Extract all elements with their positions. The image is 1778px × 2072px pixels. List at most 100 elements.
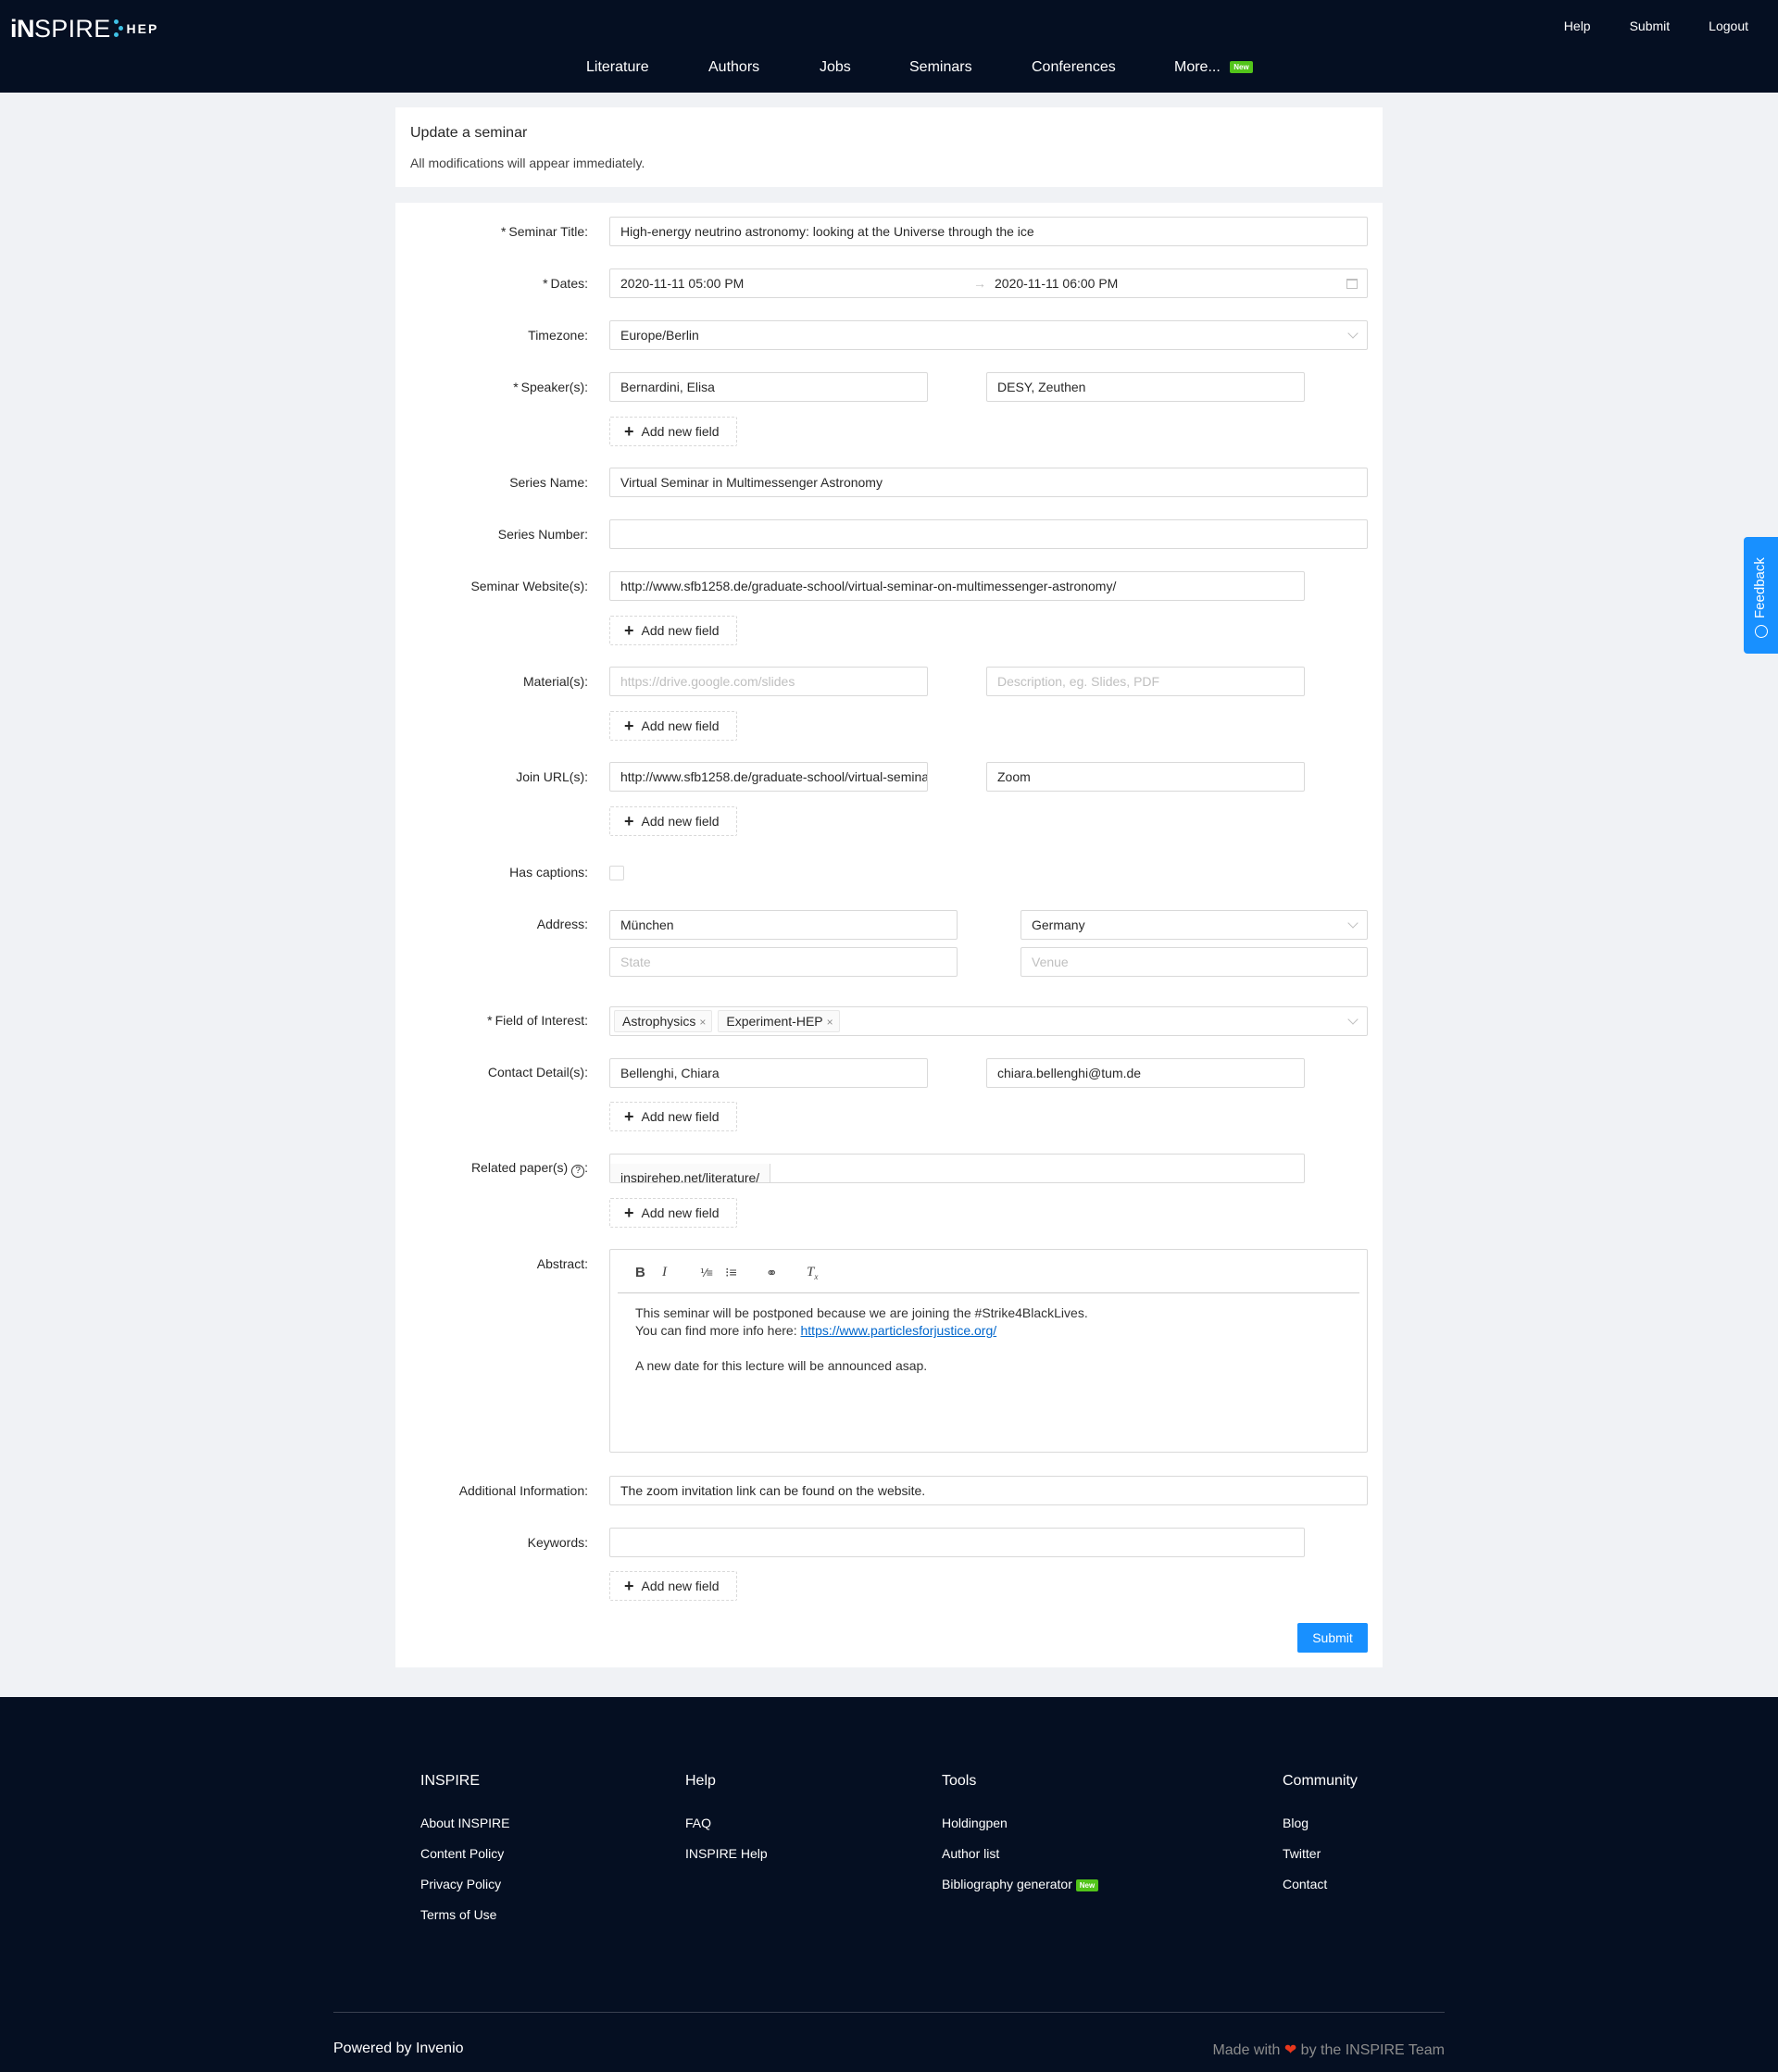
add-join-url-button[interactable]: + Add new field (609, 806, 737, 836)
footer-link-content-policy[interactable]: Content Policy (420, 1846, 510, 1877)
new-badge: New (1075, 1879, 1099, 1891)
page-subtitle: All modifications will appear immediatel… (410, 156, 645, 170)
speaker-affiliation-input[interactable]: DESY, Zeuthen (986, 372, 1305, 402)
footer-link-faq[interactable]: FAQ (685, 1816, 768, 1846)
logout-link[interactable]: Logout (1709, 19, 1748, 33)
chevron-down-icon (1347, 1014, 1359, 1025)
bold-icon[interactable]: B (635, 1265, 645, 1280)
footer-link-terms[interactable]: Terms of Use (420, 1907, 510, 1938)
seminar-title-input[interactable]: High-energy neutrino astronomy: looking … (609, 217, 1368, 246)
nav-seminars[interactable]: Seminars (909, 59, 972, 76)
footer-link-privacy-policy[interactable]: Privacy Policy (420, 1877, 510, 1907)
timezone-select[interactable]: Europe/Berlin (609, 320, 1368, 350)
contact-email-input[interactable]: chiara.bellenghi@tum.de (986, 1058, 1305, 1088)
help-link[interactable]: Help (1564, 19, 1591, 33)
add-keyword-button[interactable]: + Add new field (609, 1571, 737, 1601)
feedback-label: Feedback (1752, 557, 1768, 618)
footer-heading: Help (685, 1773, 716, 1789)
bullet-list-icon[interactable]: ⁝≡ (725, 1265, 737, 1280)
footer-heading: Community (1283, 1773, 1358, 1789)
websites-label: Seminar Website(s): (470, 579, 588, 593)
footer-col-help: Help FAQ INSPIRE Help (685, 1773, 768, 1877)
series-name-input[interactable]: Virtual Seminar in Multimessenger Astron… (609, 468, 1368, 497)
related-papers-label: Related paper(s) ?: (470, 1160, 588, 1178)
site-footer: INSPIRE About INSPIRE Content Policy Pri… (0, 1697, 1778, 2072)
plus-icon: + (624, 1107, 634, 1126)
footer-col-community: Community Blog Twitter Contact (1283, 1773, 1358, 1907)
join-url-input[interactable]: http://www.sfb1258.de/graduate-school/vi… (609, 762, 928, 792)
site-header: iN SPIRE HEP Help Submit Logout Literatur… (0, 0, 1778, 93)
add-speaker-button[interactable]: + Add new field (609, 417, 737, 446)
country-value: Germany (1032, 917, 1085, 932)
powered-by[interactable]: Powered by Invenio (333, 2041, 464, 2057)
plus-icon: + (624, 1204, 634, 1222)
address-country-select[interactable]: Germany (1020, 910, 1368, 940)
additional-info-input[interactable]: The zoom invitation link can be found on… (609, 1476, 1368, 1505)
nav-conferences[interactable]: Conferences (1032, 59, 1116, 76)
date-start[interactable]: 2020-11-11 05:00 PM (620, 276, 744, 291)
has-captions-checkbox[interactable] (609, 866, 624, 880)
submit-button[interactable]: Submit (1297, 1623, 1368, 1653)
seminar-title-label: * Seminar Title: (500, 224, 588, 239)
calendar-icon (1346, 279, 1358, 289)
smile-icon (1755, 625, 1768, 638)
abstract-link[interactable]: https://www.particlesforjustice.org/ (801, 1323, 997, 1338)
footer-link-blog[interactable]: Blog (1283, 1816, 1358, 1846)
join-description-input[interactable]: Zoom (986, 762, 1305, 792)
abstract-editor[interactable]: B I ⅟≡ ⁝≡ ⚭ Tx This seminar will be post… (609, 1249, 1368, 1453)
link-icon[interactable]: ⚭ (766, 1265, 778, 1281)
plus-icon: + (624, 812, 634, 830)
feedback-tab[interactable]: Feedback (1744, 537, 1778, 654)
join-urls-label: Join URL(s): (516, 769, 588, 784)
related-paper-input[interactable] (770, 1155, 1289, 1182)
new-badge: New (1230, 61, 1253, 74)
clear-format-icon[interactable]: Tx (807, 1265, 818, 1281)
materials-label: Material(s): (522, 674, 588, 689)
footer-link-contact[interactable]: Contact (1283, 1877, 1358, 1907)
speaker-name-input[interactable]: Bernardini, Elisa (609, 372, 928, 402)
made-with: Made with ❤ by the INSPIRE Team (1212, 2042, 1445, 2058)
contact-name-input[interactable]: Bellenghi, Chiara (609, 1058, 928, 1088)
italic-icon[interactable]: I (662, 1265, 667, 1280)
abstract-line-1: This seminar will be postponed because w… (635, 1305, 1088, 1320)
series-number-label: Series Number: (497, 527, 588, 542)
date-end[interactable]: 2020-11-11 06:00 PM (995, 269, 1118, 297)
abstract-line-3: A new date for this lecture will be anno… (635, 1358, 928, 1373)
field-of-interest-select[interactable]: Astrophysics × Experiment-HEP × (609, 1006, 1368, 1036)
nav-authors[interactable]: Authors (708, 59, 759, 76)
footer-link-bibliography-generator[interactable]: Bibliography generator New (942, 1877, 1099, 1907)
website-input[interactable]: http://www.sfb1258.de/graduate-school/vi… (609, 571, 1305, 601)
footer-link-holdingpen[interactable]: Holdingpen (942, 1816, 1098, 1846)
tag-close-icon[interactable]: × (699, 1016, 706, 1029)
plus-icon: + (624, 1577, 634, 1595)
address-venue-input[interactable]: Venue (1020, 947, 1368, 977)
nav-more[interactable]: More... New (1174, 59, 1253, 76)
footer-link-inspire-help[interactable]: INSPIRE Help (685, 1846, 768, 1877)
footer-link-about[interactable]: About INSPIRE (420, 1816, 510, 1846)
add-material-button[interactable]: + Add new field (609, 711, 737, 741)
ordered-list-icon[interactable]: ⅟≡ (700, 1267, 713, 1279)
nav-literature[interactable]: Literature (586, 59, 649, 76)
address-city-input[interactable]: München (609, 910, 958, 940)
tag-close-icon[interactable]: × (827, 1016, 833, 1029)
add-website-button[interactable]: + Add new field (609, 616, 737, 645)
chevron-down-icon (1347, 328, 1359, 339)
keywords-input[interactable] (609, 1528, 1305, 1557)
submit-link[interactable]: Submit (1630, 19, 1671, 33)
page-title: Update a seminar (410, 125, 528, 141)
logo-dots-icon (113, 18, 123, 40)
series-number-input[interactable] (609, 519, 1368, 549)
footer-link-twitter[interactable]: Twitter (1283, 1846, 1358, 1877)
inspire-logo[interactable]: iN SPIRE HEP (10, 13, 158, 44)
dates-range-picker[interactable]: 2020-11-11 05:00 PM → 2020-11-11 06:00 P… (609, 268, 1368, 298)
page-title-card: Update a seminar All modifications will … (395, 107, 1383, 187)
add-contact-button[interactable]: + Add new field (609, 1102, 737, 1131)
material-description-input[interactable]: Description, eg. Slides, PDF (986, 667, 1305, 696)
question-circle-icon[interactable]: ? (571, 1165, 585, 1178)
address-state-input[interactable]: State (609, 947, 958, 977)
footer-link-author-list[interactable]: Author list (942, 1846, 1098, 1877)
material-url-input[interactable]: https://drive.google.com/slides (609, 667, 928, 696)
related-paper-input-group: inspirehep.net/literature/ (609, 1154, 1305, 1183)
add-related-paper-button[interactable]: + Add new field (609, 1198, 737, 1228)
nav-jobs[interactable]: Jobs (820, 59, 851, 76)
